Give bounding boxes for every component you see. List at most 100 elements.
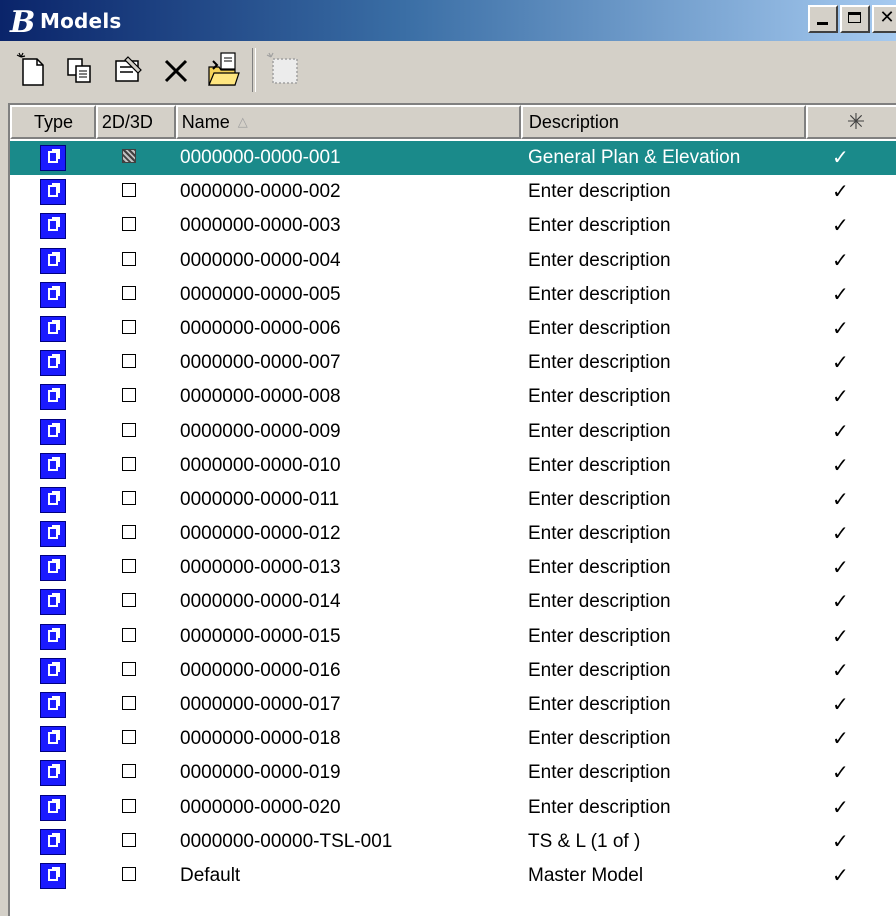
toolbar [0, 41, 896, 99]
table-row[interactable]: 0000000-0000-010 Enter description ✓ [10, 449, 896, 483]
model-name: 0000000-0000-019 [180, 762, 341, 784]
display-check-icon[interactable]: ✓ [832, 624, 849, 648]
table-row[interactable]: 0000000-0000-011 Enter description ✓ [10, 483, 896, 517]
model-dimension-cell [122, 696, 136, 710]
display-check-icon[interactable]: ✓ [832, 658, 849, 682]
design-model-icon [40, 589, 66, 616]
display-check-icon[interactable]: ✓ [832, 384, 849, 408]
minimize-button[interactable] [808, 5, 838, 33]
display-check-icon[interactable]: ✓ [832, 248, 849, 272]
table-row[interactable]: 0000000-0000-013 Enter description ✓ [10, 551, 896, 585]
table-row[interactable]: 0000000-0000-015 Enter description ✓ [10, 620, 896, 654]
display-check-icon[interactable]: ✓ [832, 179, 849, 203]
display-check-icon[interactable]: ✓ [832, 829, 849, 853]
copy-model-button[interactable] [58, 48, 102, 92]
table-row[interactable]: 0000000-0000-016 Enter description ✓ [10, 654, 896, 688]
model-description: Enter description [528, 454, 671, 476]
model-description: Enter description [528, 181, 671, 203]
model-properties-button[interactable] [106, 48, 150, 92]
display-check-icon[interactable]: ✓ [832, 863, 849, 887]
model-name: 0000000-0000-001 [180, 147, 341, 168]
import-model-button[interactable] [202, 48, 246, 92]
display-check-icon[interactable]: ✓ [832, 589, 849, 613]
table-row[interactable]: Default Master Model ✓ [10, 859, 896, 893]
table-row[interactable]: 0000000-00000-TSL-001 TS & L (1 of ) ✓ [10, 825, 896, 859]
display-check-icon[interactable]: ✓ [832, 282, 849, 306]
models-list[interactable]: Type 2D/3D Name △ Description ✳ 0000000-… [8, 103, 896, 916]
delete-icon [164, 59, 188, 83]
table-row[interactable]: 0000000-0000-017 Enter description ✓ [10, 688, 896, 722]
column-type-label: Type [34, 111, 74, 132]
model-dimension-cell [122, 251, 136, 266]
column-header-description[interactable]: Description [520, 105, 807, 139]
model-dimension-cell [122, 627, 136, 642]
table-row[interactable]: 0000000-0000-019 Enter description ✓ [10, 756, 896, 790]
model-name: 0000000-0000-008 [180, 386, 341, 408]
design-model-icon [40, 213, 66, 240]
table-row[interactable]: 0000000-0000-006 Enter description ✓ [10, 312, 896, 346]
model-type-cell [40, 350, 66, 377]
model-name: 0000000-0000-003 [180, 215, 341, 237]
table-row[interactable]: 0000000-0000-018 Enter description ✓ [10, 722, 896, 756]
model-name: Default [180, 864, 241, 886]
2d-model-icon [122, 217, 136, 232]
display-check-icon[interactable]: ✓ [832, 316, 849, 340]
display-check-icon[interactable]: ✓ [832, 726, 849, 750]
table-row[interactable]: 0000000-0000-009 Enter description ✓ [10, 415, 896, 449]
2d-model-icon [122, 866, 136, 881]
design-model-icon [40, 623, 66, 650]
column-header-type[interactable]: Type [10, 105, 96, 139]
2d-model-icon [122, 456, 136, 471]
model-type-cell [40, 589, 66, 616]
model-name: 0000000-0000-007 [180, 352, 341, 374]
maximize-button[interactable] [840, 5, 870, 33]
model-type-cell [40, 179, 66, 206]
table-row[interactable]: 0000000-0000-008 Enter description ✓ [10, 380, 896, 414]
display-check-icon[interactable]: ✓ [832, 487, 849, 511]
delete-model-button[interactable] [154, 48, 198, 92]
model-description: Master Model [528, 864, 644, 886]
column-header-2d3d[interactable]: 2D/3D [95, 105, 176, 139]
display-check-icon[interactable]: ✓ [832, 213, 849, 237]
display-check-icon[interactable]: ✓ [832, 145, 849, 169]
table-row[interactable]: 0000000-0000-002 Enter description ✓ [10, 175, 896, 209]
design-model-icon [40, 350, 66, 377]
display-check-icon[interactable]: ✓ [832, 760, 849, 784]
close-button[interactable] [872, 5, 896, 33]
table-row[interactable]: 0000000-0000-005 Enter description ✓ [10, 278, 896, 312]
design-model-icon [40, 315, 66, 342]
display-check-icon[interactable]: ✓ [832, 350, 849, 374]
design-model-icon [40, 418, 66, 445]
model-dimension-cell [122, 183, 136, 198]
column-header-name[interactable]: Name △ [175, 105, 521, 139]
create-from-seed-button[interactable] [262, 48, 306, 92]
model-type-cell [40, 692, 66, 718]
table-row[interactable]: 0000000-0000-003 Enter description ✓ [10, 209, 896, 243]
design-model-icon [40, 384, 66, 411]
column-name-label: Name [181, 111, 230, 132]
display-check-icon[interactable]: ✓ [832, 795, 849, 819]
table-row[interactable]: 0000000-0000-014 Enter description ✓ [10, 585, 896, 619]
table-row[interactable]: 0000000-0000-020 Enter description ✓ [10, 791, 896, 825]
display-check-icon[interactable]: ✓ [832, 419, 849, 443]
table-row[interactable]: 0000000-0000-007 Enter description ✓ [10, 346, 896, 380]
model-description: TS & L (1 of ) [528, 830, 641, 852]
model-name: 0000000-0000-016 [180, 659, 341, 681]
table-row[interactable]: 0000000-0000-001 General Plan & Elevation… [10, 141, 896, 176]
model-dimension-cell [122, 285, 136, 300]
model-dimension-cell [122, 798, 136, 813]
model-dimension-cell [122, 149, 136, 163]
display-check-icon[interactable]: ✓ [832, 453, 849, 477]
title-bar[interactable]: B Models [0, 0, 896, 41]
display-check-icon[interactable]: ✓ [832, 521, 849, 545]
design-model-icon [40, 145, 66, 171]
model-name: 0000000-0000-010 [180, 454, 341, 476]
table-row[interactable]: 0000000-0000-012 Enter description ✓ [10, 517, 896, 551]
table-row[interactable]: 0000000-0000-004 Enter description ✓ [10, 244, 896, 278]
display-check-icon[interactable]: ✓ [832, 555, 849, 579]
model-dimension-cell [122, 319, 136, 334]
create-model-button[interactable] [10, 48, 54, 92]
model-type-cell [40, 794, 66, 821]
column-header-display[interactable]: ✳ [806, 105, 896, 139]
display-check-icon[interactable]: ✓ [832, 692, 849, 716]
